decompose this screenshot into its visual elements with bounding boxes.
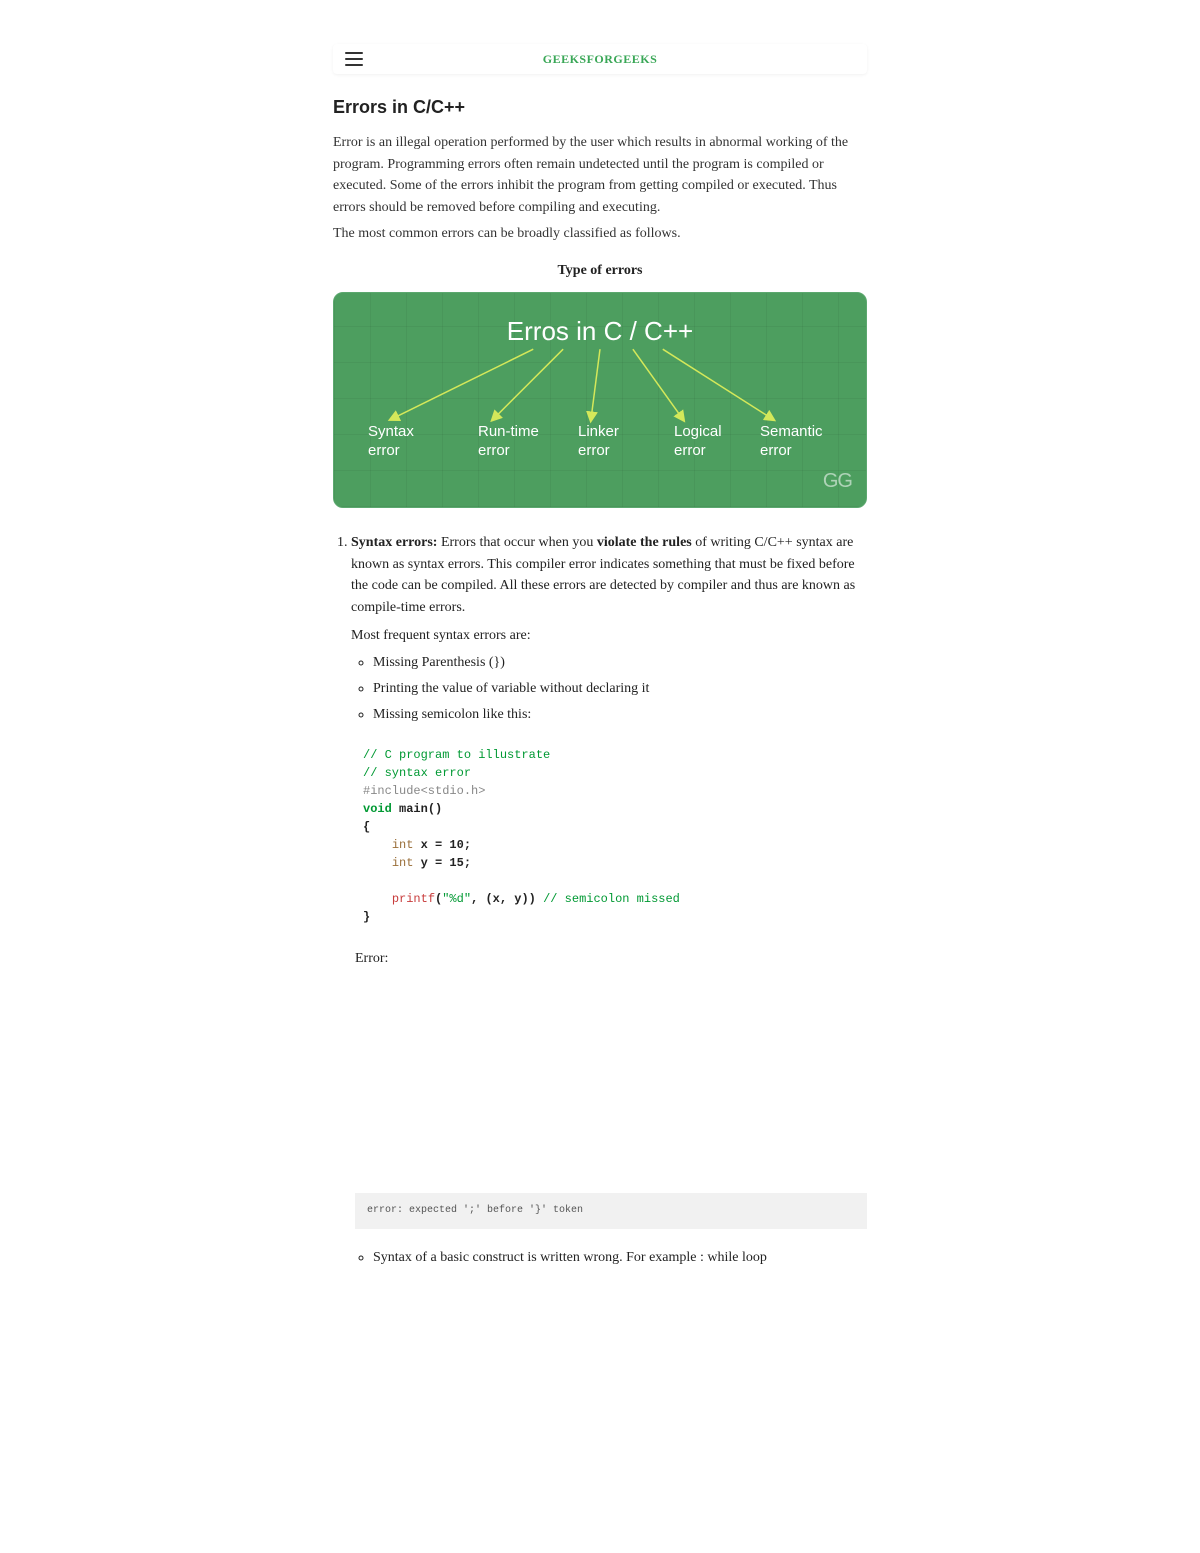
- section-subhead: Type of errors: [333, 260, 867, 282]
- error-label: Error:: [355, 948, 867, 970]
- hamburger-menu-icon[interactable]: [345, 52, 363, 66]
- list-item: Missing Parenthesis (}): [373, 652, 867, 674]
- page-title: Errors in C/C++: [333, 94, 867, 122]
- top-bar: GEEKSFORGEEKS: [333, 44, 867, 74]
- ad-placeholder: [351, 975, 867, 1193]
- list-item: Printing the value of variable without d…: [373, 678, 867, 700]
- diagram-label-runtime: Run-timeerror: [478, 423, 539, 461]
- list-item: Missing semicolon like this:: [373, 704, 867, 726]
- intro-paragraph-2: The most common errors can be broadly cl…: [333, 223, 867, 245]
- error-types-list: Syntax errors: Errors that occur when yo…: [333, 532, 867, 1268]
- errors-diagram: Erros in C / C++ Syntaxerror Run-timeerr…: [333, 292, 867, 508]
- syntax-sub-list-2: Syntax of a basic construct is written w…: [351, 1247, 867, 1269]
- syntax-sub-list: Missing Parenthesis (}) Printing the val…: [351, 652, 867, 725]
- diagram-label-linker: Linkererror: [578, 423, 619, 461]
- list-item: Syntax of a basic construct is written w…: [373, 1247, 867, 1269]
- syntax-frequent-line: Most frequent syntax errors are:: [351, 625, 867, 647]
- intro-paragraph-1: Error is an illegal operation performed …: [333, 132, 867, 219]
- code-example-1: // C program to illustrate // syntax err…: [355, 736, 867, 936]
- diagram-label-logical: Logicalerror: [674, 423, 722, 461]
- syntax-errors-lead: Syntax errors:: [351, 535, 437, 550]
- g4g-watermark-icon: GG: [823, 466, 852, 497]
- diagram-arrows: [334, 293, 866, 507]
- diagram-label-semantic: Semanticerror: [760, 423, 823, 461]
- list-item-syntax-errors: Syntax errors: Errors that occur when yo…: [351, 532, 867, 1268]
- brand-title: GEEKSFORGEEKS: [333, 50, 867, 69]
- compiler-error-output: error: expected ';' before '}' token: [355, 1193, 867, 1229]
- diagram-label-syntax: Syntaxerror: [368, 423, 414, 461]
